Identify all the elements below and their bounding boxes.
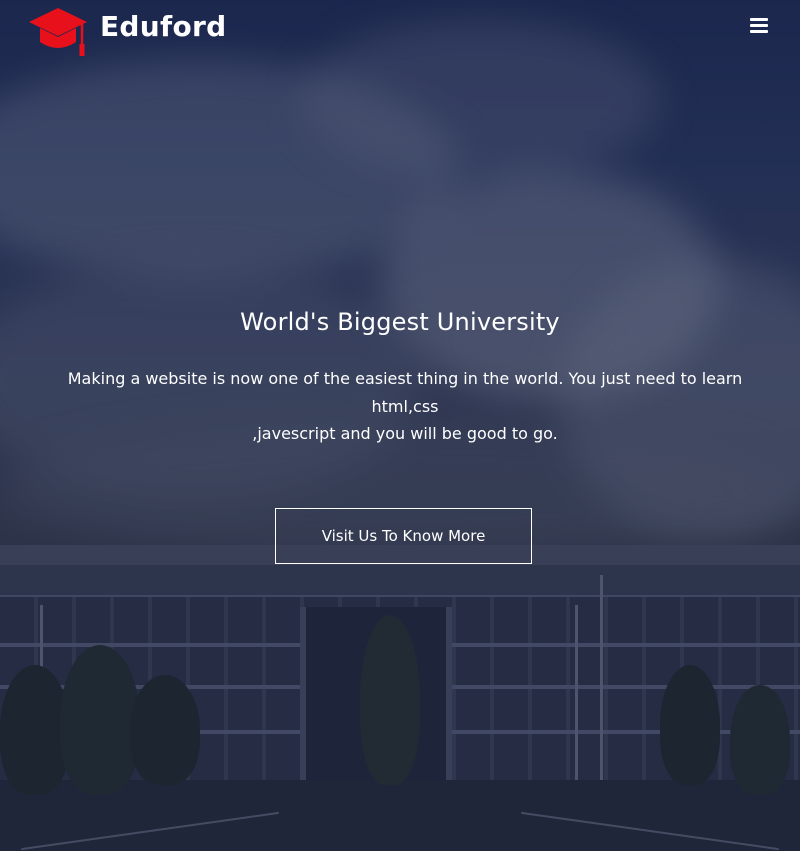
description-line: ,javescript and you will be good to go. [252, 424, 558, 443]
brand-name: Eduford [100, 9, 227, 43]
menu-bar [750, 24, 768, 27]
visit-us-button[interactable]: Visit Us To Know More [275, 508, 532, 564]
description-line: html,css [371, 396, 439, 416]
logo-link[interactable]: Eduford [28, 6, 226, 58]
menu-bar [750, 18, 768, 21]
hero-section: Eduford World's Biggest University Makin… [0, 0, 800, 851]
hero-description: Making a website is now one of the easie… [50, 365, 760, 448]
hero-title: World's Biggest University [240, 308, 560, 336]
graduation-cap-icon [28, 6, 88, 58]
menu-bar [750, 30, 768, 33]
site-header: Eduford [0, 0, 800, 62]
description-line: Making a website is now one of the easie… [67, 369, 743, 388]
hamburger-menu-icon[interactable] [750, 18, 768, 34]
